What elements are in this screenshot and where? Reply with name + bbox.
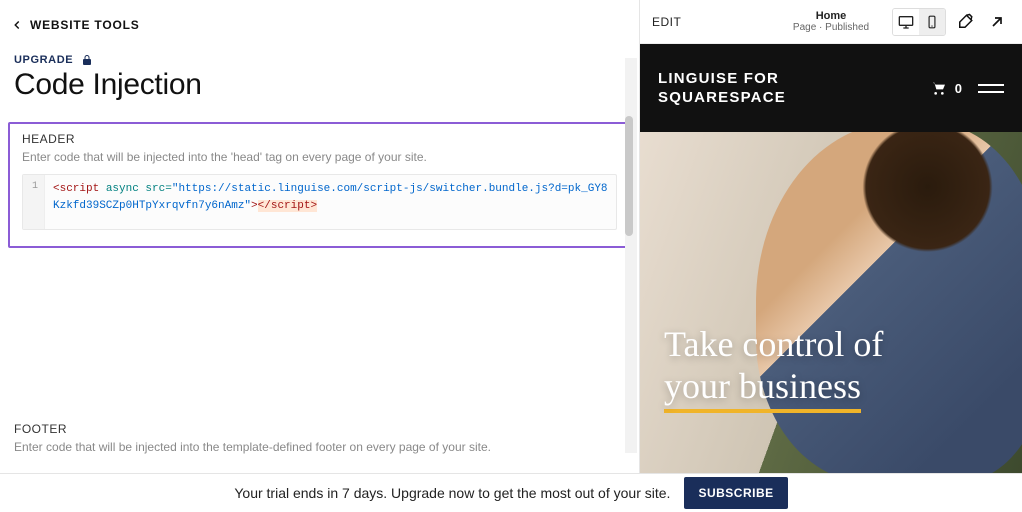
header-section-desc: Enter code that will be injected into th… <box>22 150 617 164</box>
mobile-icon <box>925 15 939 29</box>
back-label: WEBSITE TOOLS <box>30 18 140 32</box>
cart-count: 0 <box>955 81 962 96</box>
left-scrollbar-track[interactable] <box>625 58 637 453</box>
hero-image <box>756 132 1022 473</box>
site-title-line2: SQUARESPACE <box>658 88 786 108</box>
hero-heading: Take control of your business <box>664 324 883 413</box>
preview-site-header: LINGUISE FOR SQUARESPACE 0 <box>640 44 1022 132</box>
upgrade-label: UPGRADE <box>14 54 73 66</box>
device-switcher <box>892 8 946 36</box>
header-section-highlight: HEADER Enter code that will be injected … <box>8 122 631 248</box>
lock-icon <box>81 54 93 66</box>
hero-section: Take control of your business <box>640 132 1022 473</box>
left-scrollbar-thumb[interactable] <box>625 116 633 236</box>
desktop-icon <box>898 14 914 30</box>
arrow-expand-icon <box>989 14 1005 30</box>
page-info[interactable]: Home Page · Published <box>793 10 869 33</box>
burger-line <box>978 91 1004 93</box>
back-nav[interactable]: WEBSITE TOOLS <box>0 0 639 42</box>
hero-line1: Take control of <box>664 324 883 365</box>
page-name: Home <box>793 10 869 22</box>
footer-section-desc: Enter code that will be injected into th… <box>14 440 625 454</box>
page-status: Page · Published <box>793 22 869 33</box>
style-button[interactable] <box>952 9 978 35</box>
footer-section: FOOTER Enter code that will be injected … <box>0 412 639 473</box>
trial-banner-text: Your trial ends in 7 days. Upgrade now t… <box>234 485 670 501</box>
hero-line2: your business <box>664 366 861 413</box>
header-section-label: HEADER <box>22 132 617 146</box>
trial-banner: Your trial ends in 7 days. Upgrade now t… <box>0 473 1022 512</box>
preview-topbar: EDIT Home Page · Published <box>640 0 1022 44</box>
subscribe-button[interactable]: SUBSCRIBE <box>684 477 787 509</box>
cart-icon <box>929 80 949 96</box>
paintbrush-icon <box>956 13 974 31</box>
upgrade-badge[interactable]: UPGRADE <box>0 42 639 66</box>
mobile-view-button[interactable] <box>919 9 945 35</box>
code-body[interactable]: <script async src="https://static.lingui… <box>45 175 616 229</box>
code-gutter: 1 <box>23 175 45 229</box>
site-preview[interactable]: LINGUISE FOR SQUARESPACE 0 <box>640 44 1022 473</box>
page-title: Code Injection <box>0 66 639 122</box>
burger-line <box>978 84 1004 86</box>
site-title[interactable]: LINGUISE FOR SQUARESPACE <box>658 69 786 108</box>
edit-button[interactable]: EDIT <box>652 15 681 29</box>
cart-button[interactable]: 0 <box>929 80 962 96</box>
footer-section-label: FOOTER <box>14 422 625 436</box>
menu-button[interactable] <box>978 84 1004 93</box>
desktop-view-button[interactable] <box>893 9 919 35</box>
expand-button[interactable] <box>984 9 1010 35</box>
header-code-editor[interactable]: 1 <script async src="https://static.ling… <box>22 174 617 230</box>
chevron-left-icon <box>10 18 24 32</box>
site-title-line1: LINGUISE FOR <box>658 69 786 89</box>
